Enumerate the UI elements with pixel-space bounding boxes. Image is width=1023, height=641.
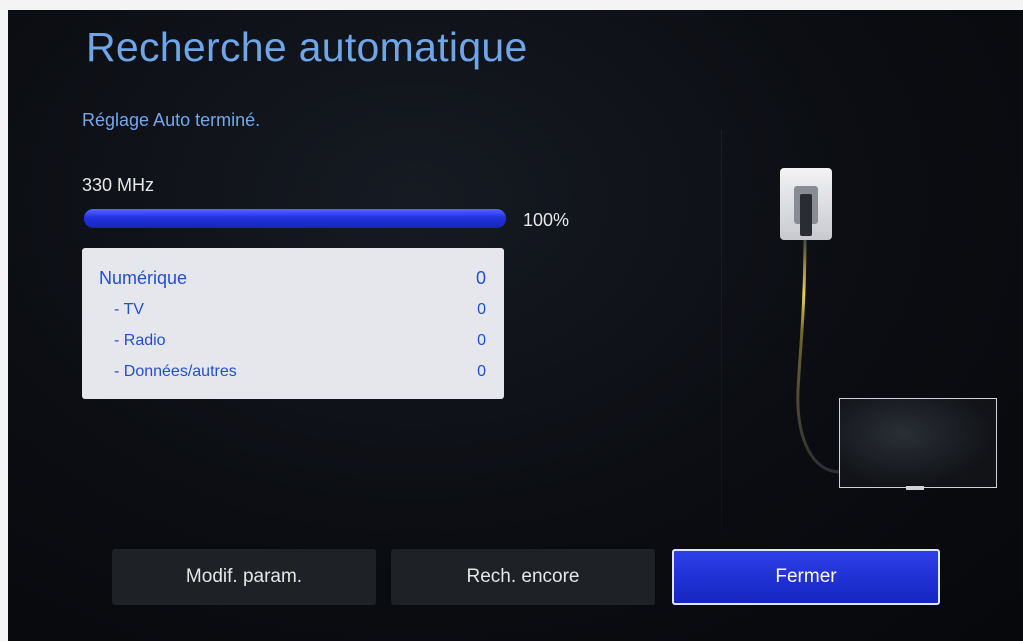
tv-screen: Recherche automatique Réglage Auto termi… [8,10,1023,641]
tv-icon [839,398,997,488]
search-again-button[interactable]: Rech. encore [391,549,655,605]
close-button[interactable]: Fermer [672,549,940,605]
antenna-socket-icon [780,168,832,240]
tv-stand [906,486,924,490]
modify-settings-button[interactable]: Modif. param. [112,549,376,605]
cable-illustration [796,234,841,474]
